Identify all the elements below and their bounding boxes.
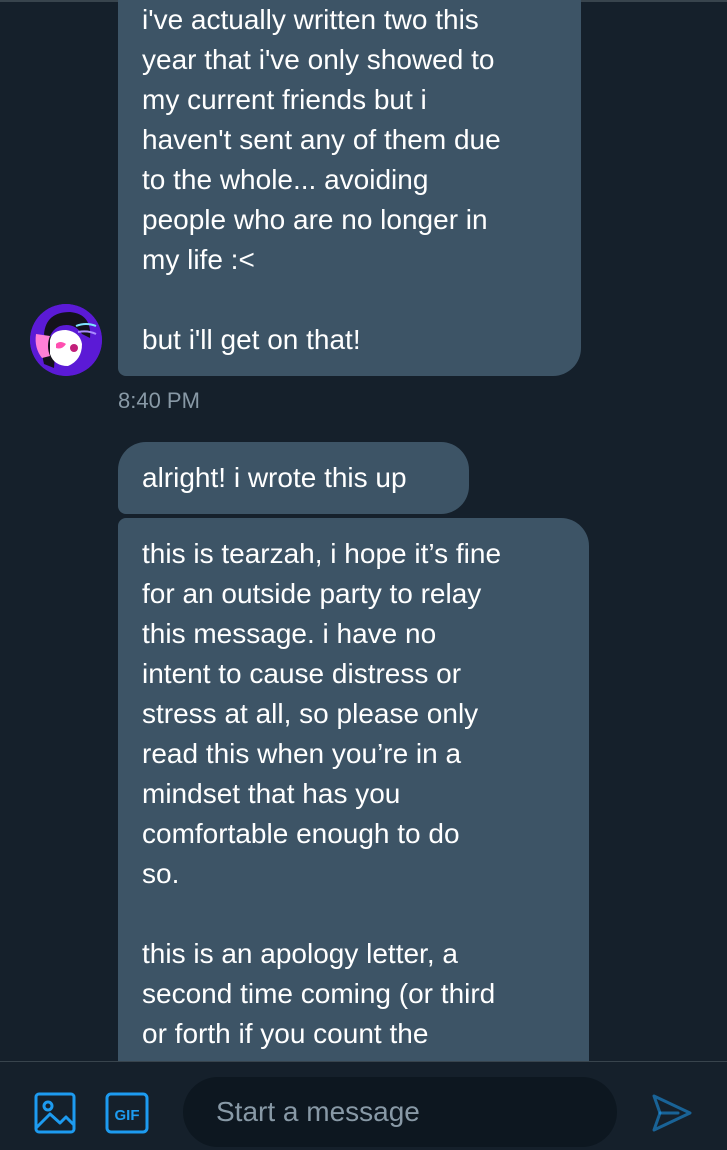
send-icon [652,1094,692,1132]
avatar-image [30,304,102,376]
message-bubble-2: alright! i wrote this up [118,442,469,514]
send-button[interactable] [650,1091,694,1135]
avatar[interactable] [30,304,102,376]
message-input[interactable] [183,1077,617,1147]
gif-icon: GIF [105,1092,149,1134]
message-composer: GIF [0,1061,727,1150]
add-gif-button[interactable]: GIF [105,1092,149,1134]
add-image-button[interactable] [34,1092,76,1134]
message-timestamp: 8:40 PM [118,388,200,413]
image-icon [34,1092,76,1134]
conversation-area[interactable]: i've actually written two this year that… [0,0,727,1061]
message-bubble-1: i've actually written two this year that… [118,0,581,376]
message-bubble-3: this is tearzah, i hope it’s fine for an… [118,518,589,1061]
gif-label: GIF [115,1107,140,1124]
